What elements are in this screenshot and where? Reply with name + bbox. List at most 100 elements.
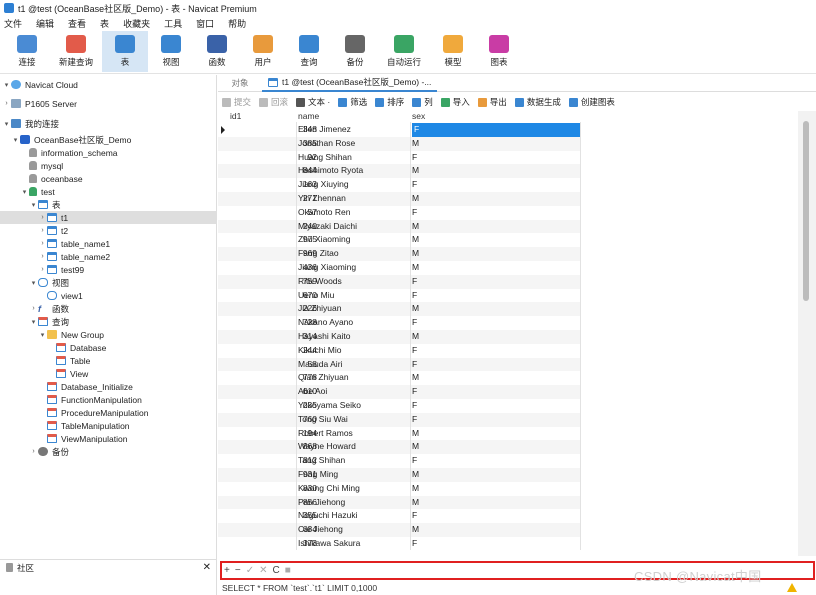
delete-record-button[interactable]: − [235,565,241,576]
tree-item[interactable]: Table [0,354,217,367]
apply-changes-button[interactable]: ✓ [246,565,254,576]
table-row[interactable]: 235 Yokoyama Seiko F [218,399,580,413]
tree-item[interactable]: ▾ New Group [0,328,217,341]
column-header-name[interactable]: name [298,111,319,122]
cell-name[interactable]: Rita Woods [298,275,410,289]
cell-name[interactable]: Ishikawa Sakura [298,537,410,551]
chevron-down-icon[interactable]: ▾ [20,188,29,196]
cell-sex[interactable]: F [412,275,580,289]
add-record-button[interactable]: + [224,565,230,576]
toolbar-button[interactable]: 备份 [332,31,378,72]
cell-name[interactable]: Hashimoto Ryota [298,164,410,178]
cell-sex[interactable]: F [412,509,580,523]
cell-name[interactable]: Cai Jiehong [298,523,410,537]
table-row[interactable]: 969 Fang Zitao M [218,247,580,261]
cell-name[interactable]: Nakano Ayano [298,316,410,330]
cell-name[interactable]: Miyazaki Daichi [298,220,410,234]
tree-item[interactable]: ViewManipulation [0,432,217,445]
cell-sex[interactable]: F [412,206,580,220]
table-row[interactable]: 728 Nakano Ayano F [218,316,580,330]
chevron-right-icon[interactable]: › [29,305,38,312]
chevron-down-icon[interactable]: ▾ [2,120,11,128]
tree-item[interactable]: › test99 [0,263,217,276]
cell-name[interactable]: Noguchi Hazuki [298,509,410,523]
chevron-right-icon[interactable]: › [38,253,47,260]
chevron-right-icon[interactable]: › [38,214,47,221]
chevron-right-icon[interactable]: › [38,227,47,234]
toolbar-button[interactable]: 视图 [148,31,194,72]
chevron-down-icon[interactable]: ▾ [38,331,47,339]
toolbar-button[interactable]: 模型 [430,31,476,72]
table-row[interactable]: 58 Masuda Airi F [218,357,580,372]
menu-item[interactable]: 编辑 [36,17,54,30]
cell-sex[interactable]: F [412,537,580,551]
table-row[interactable]: 856 Pan Jiehong M [218,495,580,510]
cell-sex[interactable]: M [412,427,580,441]
cell-name[interactable]: Hayashi Kaito [298,330,410,344]
table-row[interactable]: 194 Robert Ramos M [218,427,580,441]
cell-sex[interactable]: M [412,330,580,344]
table-row[interactable]: 92 Huang Shihan F [218,151,580,165]
cell-sex[interactable]: M [412,302,580,316]
cell-sex[interactable]: F [412,413,580,427]
menu-item[interactable]: 窗口 [196,17,214,30]
cell-sex[interactable]: F [412,151,580,165]
table-toolbar-button[interactable]: 数据生成 [514,96,561,108]
community-label[interactable]: 社区 [17,562,34,574]
warning-icon[interactable] [787,583,797,592]
tree-item[interactable]: ▾ 我的连接 [0,117,217,130]
cell-sex[interactable]: F [412,358,580,372]
cell-name[interactable]: Ueno Miu [298,289,410,303]
cell-sex[interactable]: M [412,233,580,247]
cell-name[interactable]: Tong Siu Wai [298,413,410,427]
chevron-right-icon[interactable]: › [38,266,47,273]
cell-sex[interactable]: M [412,468,580,482]
tree-item[interactable]: View [0,367,217,380]
cell-name[interactable]: Jiang Xiuying [298,178,410,192]
table-row[interactable]: 760 Tong Siu Wai F [218,412,580,427]
tree-item[interactable]: ▾ 视图 [0,276,217,289]
cell-sex[interactable]: F [412,178,580,192]
tree-item[interactable]: › f 函数 [0,302,217,315]
cell-name[interactable]: Jiang Xiaoming [298,261,410,275]
cell-name[interactable]: Fang Zitao [298,247,410,261]
cell-name[interactable]: Kwong Chi Ming [298,482,410,496]
toolbar-button[interactable]: 表 [102,31,148,72]
chevron-right-icon[interactable]: › [2,100,11,107]
table-toolbar-button[interactable]: 提交 [222,96,251,108]
cell-name[interactable]: Masuda Airi [298,358,410,372]
table-row[interactable]: 385 Jonathan Rose M [218,136,580,151]
menu-item[interactable]: 工具 [164,17,182,30]
tree-item[interactable]: › table_name1 [0,237,217,250]
tree-item[interactable]: › table_name2 [0,250,217,263]
cell-name[interactable]: Ellen Jimenez [298,123,410,137]
data-grid[interactable]: id1 name sex 348 Ellen Jimenez F 385 Jonatha… [218,111,798,556]
chevron-right-icon[interactable]: › [38,240,47,247]
cell-name[interactable]: Robert Ramos [298,427,410,441]
tree-item[interactable]: ▾ Navicat Cloud [0,78,217,91]
chevron-down-icon[interactable]: ▾ [29,279,38,287]
table-row[interactable]: 778 Qian Zhiyuan M [218,371,580,385]
cell-name[interactable]: Tang Shihan [298,454,410,468]
tree-item[interactable]: › t2 [0,224,217,237]
table-row[interactable]: 812 Tang Shihan F [218,454,580,468]
table-toolbar-button[interactable]: 筛选 [338,96,367,108]
toolbar-button[interactable]: 查询 [286,31,332,72]
cell-sex[interactable]: M [412,482,580,496]
chevron-down-icon[interactable]: ▾ [29,201,38,209]
cell-sex[interactable]: F [412,123,580,137]
table-row[interactable]: 57 Okamoto Ren F [218,206,580,220]
cell-name[interactable]: Yin Zhennan [298,192,410,206]
toolbar-button[interactable]: 用户 [240,31,286,72]
table-row[interactable]: 844 Hashimoto Ryota M [218,164,580,179]
cell-sex[interactable]: M [412,496,580,510]
cell-name[interactable]: Fong Ming [298,468,410,482]
tree-item[interactable]: view1 [0,289,217,302]
menu-item[interactable]: 文件 [4,17,22,30]
table-row[interactable]: 240 Miyazaki Daichi M [218,219,580,234]
tree-item[interactable]: ▾ 查询 [0,315,217,328]
cell-name[interactable]: Jonathan Rose [298,137,410,151]
table-toolbar-button[interactable]: 文本 · [296,96,330,108]
table-row[interactable]: 670 Ueno Miu F [218,289,580,303]
cell-name[interactable]: Huang Shihan [298,151,410,165]
